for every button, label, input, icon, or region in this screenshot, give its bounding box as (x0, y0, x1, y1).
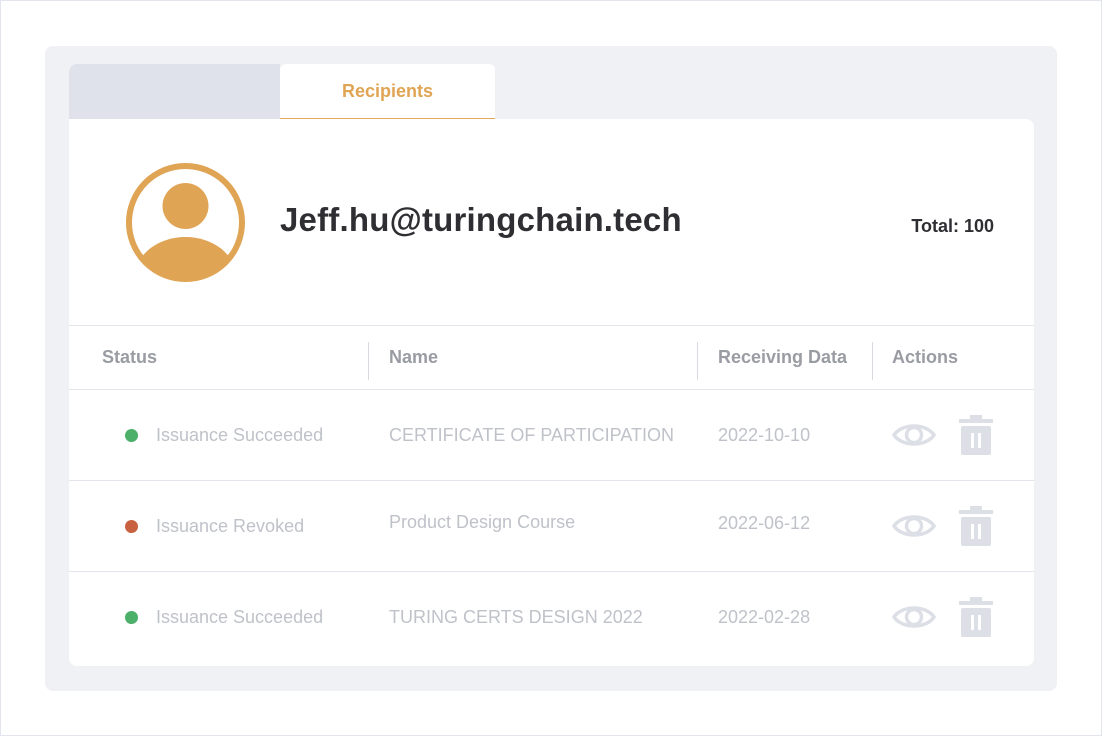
recipients-table: Status Name Receiving Data Actions Issua… (69, 325, 1034, 662)
table-row[interactable]: Issuance Revoked Product Design Course 2… (69, 481, 1034, 572)
eye-icon[interactable] (892, 420, 936, 450)
table-row[interactable]: Issuance Succeeded TURING CERTS DESIGN 2… (69, 572, 1034, 662)
column-divider (697, 342, 698, 380)
tab-recipients[interactable]: Recipients (280, 64, 495, 120)
screenshot-frame: Recipients Jeff.hu@turingchain.tech Tota… (0, 0, 1102, 736)
trash-icon[interactable] (959, 597, 993, 637)
column-divider (872, 342, 873, 380)
actions-cell (69, 481, 1034, 571)
user-avatar-icon (126, 163, 245, 282)
tab-inactive[interactable] (69, 64, 280, 120)
table-row[interactable]: Issuance Succeeded CERTIFICATE OF PARTIC… (69, 390, 1034, 481)
actions-cell (69, 572, 1034, 662)
column-header-receiving-data[interactable]: Receiving Data (718, 326, 847, 389)
eye-icon[interactable] (892, 511, 936, 541)
recipient-card: Jeff.hu@turingchain.tech Total: 100 Stat… (69, 119, 1034, 666)
eye-icon[interactable] (892, 602, 936, 632)
column-header-name[interactable]: Name (389, 326, 438, 389)
column-header-actions: Actions (892, 347, 959, 367)
trash-icon[interactable] (959, 506, 993, 546)
recipient-email: Jeff.hu@turingchain.tech (280, 201, 682, 238)
column-header-status[interactable]: Status (102, 326, 157, 389)
total-count: Total: 100 (911, 216, 994, 236)
trash-icon[interactable] (959, 415, 993, 455)
table-header: Status Name Receiving Data Actions (69, 325, 1034, 390)
actions-cell (69, 390, 1034, 480)
column-divider (368, 342, 369, 380)
recipients-panel: Recipients Jeff.hu@turingchain.tech Tota… (45, 46, 1057, 691)
